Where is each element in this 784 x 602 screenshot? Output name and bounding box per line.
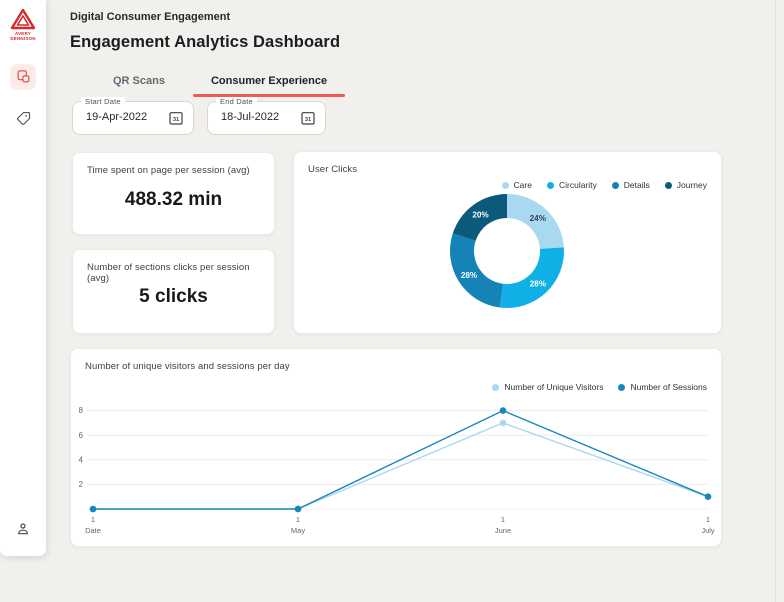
metric-value: 488.32 min	[73, 189, 274, 211]
x-tick-sublabel: Date	[85, 526, 101, 535]
start-date-value: 19-Apr-2022	[86, 111, 147, 123]
svg-text:31: 31	[173, 117, 179, 123]
metric-value: 5 clicks	[73, 286, 274, 308]
data-point	[500, 420, 507, 427]
metric-title: Number of sections clicks per session (a…	[87, 262, 274, 284]
series-line-0	[93, 423, 708, 509]
legend-label: Details	[624, 180, 650, 190]
user-clicks-card: User Clicks CareCircularityDetailsJourne…	[293, 151, 722, 334]
metric-card-time-spent: Time spent on page per session (avg) 488…	[72, 152, 275, 235]
calendar-icon[interactable]: 31	[300, 110, 316, 126]
y-tick-label: 4	[79, 455, 84, 464]
window-edge	[775, 0, 776, 602]
donut-slice-label: 24%	[530, 214, 547, 223]
visitors-sessions-card: Number of unique visitors and sessions p…	[70, 348, 722, 547]
x-tick-label: 1	[296, 515, 300, 524]
visitors-sessions-line-chart: 2 4 6 8 1 Date 1 May 1 June 1 July	[71, 349, 721, 546]
tab-qr-scans[interactable]: QR Scans	[92, 69, 186, 97]
sidebar: AVERY DENNISON	[0, 0, 46, 556]
page-title: Engagement Analytics Dashboard	[70, 33, 340, 52]
x-tick-sublabel: May	[291, 526, 305, 535]
metric-title: Time spent on page per session (avg)	[87, 165, 250, 176]
legend-dot-icon	[612, 182, 619, 189]
donut-legend-item-2[interactable]: Details	[612, 180, 650, 190]
data-point	[90, 506, 97, 513]
data-point	[500, 407, 507, 414]
user-clicks-donut-chart: 24% 28% 28% 20%	[442, 186, 572, 316]
sidebar-item-tags[interactable]	[10, 106, 36, 132]
pages-icon	[16, 69, 31, 84]
calendar-icon[interactable]: 31	[168, 110, 184, 126]
chart-title: User Clicks	[308, 164, 357, 175]
svg-text:31: 31	[305, 117, 311, 123]
donut-slice-circularity	[500, 247, 564, 308]
sidebar-item-profile[interactable]	[10, 516, 36, 542]
x-tick-label: 1	[706, 515, 710, 524]
end-date-field[interactable]: End Date 18-Jul-2022 31	[207, 101, 326, 135]
y-tick-label: 2	[79, 480, 83, 489]
data-point	[295, 506, 302, 513]
tag-icon	[16, 111, 31, 126]
y-tick-label: 8	[79, 406, 83, 415]
brand-logo[interactable]: AVERY DENNISON	[6, 8, 40, 42]
end-date-value: 18-Jul-2022	[221, 111, 279, 123]
tab-consumer-experience[interactable]: Consumer Experience	[190, 69, 348, 97]
brand-triangle-icon	[10, 8, 36, 30]
start-date-field[interactable]: Start Date 19-Apr-2022 31	[72, 101, 194, 135]
x-tick-sublabel: June	[495, 526, 511, 535]
brand-name: AVERY DENNISON	[6, 31, 40, 42]
end-date-label: End Date	[216, 97, 257, 106]
donut-slice-label: 28%	[530, 280, 547, 289]
data-point	[705, 493, 712, 500]
donut-slice-label: 28%	[461, 271, 478, 280]
user-icon	[15, 521, 31, 537]
x-tick-label: 1	[91, 515, 95, 524]
x-tick-sublabel: July	[701, 526, 715, 535]
donut-legend-item-3[interactable]: Journey	[665, 180, 707, 190]
legend-label: Journey	[677, 180, 707, 190]
y-tick-label: 6	[79, 431, 83, 440]
metric-card-section-clicks: Number of sections clicks per session (a…	[72, 249, 275, 334]
x-tick-label: 1	[501, 515, 505, 524]
tab-bar: QR Scans Consumer Experience	[92, 69, 348, 97]
breadcrumb: Digital Consumer Engagement	[70, 11, 230, 23]
start-date-label: Start Date	[81, 97, 125, 106]
legend-dot-icon	[665, 182, 672, 189]
sidebar-item-engagement[interactable]	[10, 64, 36, 90]
donut-slice-label: 20%	[472, 210, 489, 219]
